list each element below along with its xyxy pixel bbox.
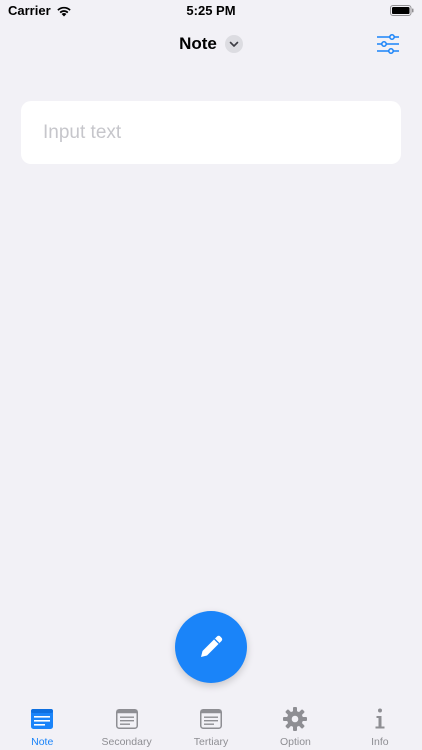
note-icon — [198, 706, 224, 732]
sliders-icon — [377, 34, 399, 54]
note-icon — [29, 706, 55, 732]
tab-secondary[interactable]: Secondary — [84, 700, 168, 750]
tab-bar: Note Secondary Tertiary Option Info — [0, 700, 422, 750]
status-time: 5:25 PM — [186, 3, 236, 18]
pencil-icon — [201, 635, 223, 657]
tab-label: Note — [31, 736, 54, 748]
note-icon — [114, 706, 140, 732]
tab-label: Option — [279, 736, 311, 748]
tab-label: Secondary — [101, 736, 152, 748]
tab-label: Info — [371, 736, 389, 748]
tab-info[interactable]: Info — [338, 700, 422, 750]
tab-option[interactable]: Option — [253, 700, 337, 750]
chevron-down-icon[interactable] — [224, 35, 243, 53]
tab-label: Tertiary — [193, 736, 229, 748]
compose-button[interactable] — [175, 611, 247, 683]
nav-title-dropdown[interactable]: Note — [0, 33, 422, 55]
gear-icon — [282, 706, 308, 732]
filter-button[interactable] — [376, 32, 400, 56]
input-card — [21, 101, 401, 164]
tab-tertiary[interactable]: Tertiary — [169, 700, 253, 750]
battery-icon — [390, 5, 414, 16]
tab-note[interactable]: Note — [0, 700, 84, 750]
info-icon — [367, 706, 393, 732]
status-bar: Carrier 5:25 PM — [0, 0, 422, 22]
note-input[interactable] — [41, 120, 385, 145]
page-title: Note — [179, 34, 217, 53]
